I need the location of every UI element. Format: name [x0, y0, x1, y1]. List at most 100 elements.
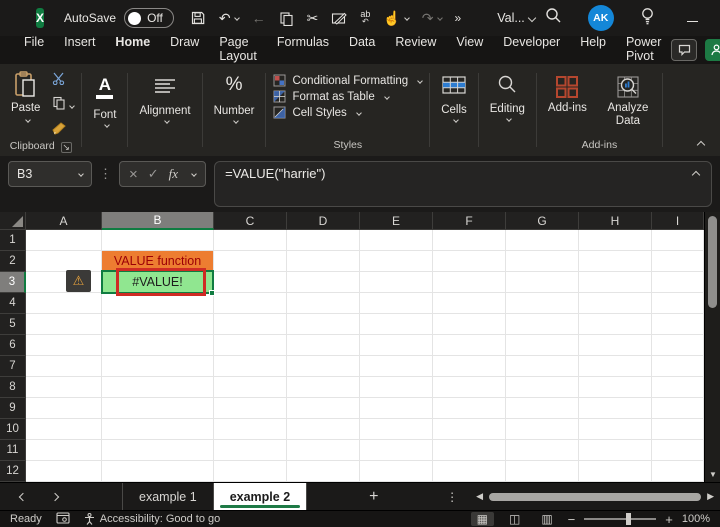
cell-D1[interactable]	[287, 230, 360, 251]
cell-H4[interactable]	[579, 293, 652, 314]
cell-H10[interactable]	[579, 419, 652, 440]
analyze-data-button[interactable]: Analyze Data	[601, 73, 655, 130]
cells-group[interactable]: Cells	[430, 66, 478, 154]
zoom-slider-thumb[interactable]	[626, 513, 632, 525]
cell-H9[interactable]	[579, 398, 652, 419]
row-header-8[interactable]: 8	[0, 377, 26, 398]
cell-B10[interactable]	[102, 419, 214, 440]
sheet-tab-example-2[interactable]: example 2	[213, 483, 308, 510]
cell-A2[interactable]	[26, 251, 102, 272]
cell-B4[interactable]	[102, 293, 214, 314]
vertical-scrollbar-thumb[interactable]	[708, 216, 717, 308]
back-arrow-icon[interactable]: ←	[252, 10, 266, 26]
cell-C3[interactable]	[214, 272, 287, 293]
cell-I7[interactable]	[652, 356, 704, 377]
cell-C8[interactable]	[214, 377, 287, 398]
cell-D11[interactable]	[287, 440, 360, 461]
cell-G5[interactable]	[506, 314, 579, 335]
vertical-scrollbar[interactable]: ▼	[704, 212, 720, 482]
alignment-group[interactable]: Alignment	[128, 66, 201, 154]
cell-D8[interactable]	[287, 377, 360, 398]
cell-F8[interactable]	[433, 377, 506, 398]
cell-A1[interactable]	[26, 230, 102, 251]
clipboard-dialog-launcher-icon[interactable]: ↘	[60, 141, 72, 153]
cell-E8[interactable]	[360, 377, 433, 398]
cell-H3[interactable]	[579, 272, 652, 293]
cell-F10[interactable]	[433, 419, 506, 440]
cell-G12[interactable]	[506, 461, 579, 482]
sheet-options-dots-icon[interactable]: ⋮	[446, 490, 458, 504]
cell-C6[interactable]	[214, 335, 287, 356]
scroll-right-icon[interactable]: ▶	[707, 491, 714, 502]
cell-D3[interactable]	[287, 272, 360, 293]
column-header-E[interactable]: E	[360, 212, 433, 230]
cell-C11[interactable]	[214, 440, 287, 461]
next-sheet-icon[interactable]	[50, 492, 60, 501]
save-icon[interactable]	[190, 10, 206, 26]
view-page-break-button[interactable]: ▥	[535, 512, 558, 526]
cell-B12[interactable]	[102, 461, 214, 482]
font-group[interactable]: A Font	[82, 66, 127, 154]
cell-H5[interactable]	[579, 314, 652, 335]
fill-handle[interactable]	[209, 290, 215, 296]
collapse-ribbon-icon[interactable]	[696, 140, 706, 150]
cell-D10[interactable]	[287, 419, 360, 440]
cell-A5[interactable]	[26, 314, 102, 335]
cell-D5[interactable]	[287, 314, 360, 335]
cell-A11[interactable]	[26, 440, 102, 461]
cell-I11[interactable]	[652, 440, 704, 461]
prev-sheet-icon[interactable]	[18, 492, 28, 501]
cell-F9[interactable]	[433, 398, 506, 419]
row-header-6[interactable]: 6	[0, 335, 26, 356]
format-painter-icon[interactable]	[52, 121, 74, 140]
cell-G7[interactable]	[506, 356, 579, 377]
cell-D4[interactable]	[287, 293, 360, 314]
cell-G3[interactable]	[506, 272, 579, 293]
cell-F3[interactable]	[433, 272, 506, 293]
row-header-7[interactable]: 7	[0, 356, 26, 377]
row-header-12[interactable]: 12	[0, 461, 26, 482]
cell-G1[interactable]	[506, 230, 579, 251]
cell-E4[interactable]	[360, 293, 433, 314]
cell-G9[interactable]	[506, 398, 579, 419]
cell-D12[interactable]	[287, 461, 360, 482]
comments-button[interactable]	[671, 39, 698, 61]
editing-group[interactable]: Editing	[479, 66, 536, 154]
cell-A12[interactable]	[26, 461, 102, 482]
cell-B8[interactable]	[102, 377, 214, 398]
cell-C9[interactable]	[214, 398, 287, 419]
cell-E12[interactable]	[360, 461, 433, 482]
row-header-5[interactable]: 5	[0, 314, 26, 335]
error-trace-button[interactable]: ⚠	[66, 270, 91, 292]
name-box[interactable]: B3	[8, 161, 92, 187]
horizontal-scrollbar-thumb[interactable]	[489, 492, 702, 501]
undo-button[interactable]: ↶	[219, 10, 240, 27]
column-header-H[interactable]: H	[579, 212, 652, 230]
add-ins-button[interactable]: Add-ins	[544, 73, 591, 130]
cell-A10[interactable]	[26, 419, 102, 440]
cell-F4[interactable]	[433, 293, 506, 314]
cell-F5[interactable]	[433, 314, 506, 335]
cell-A4[interactable]	[26, 293, 102, 314]
column-header-G[interactable]: G	[506, 212, 579, 230]
lightbulb-icon[interactable]	[640, 7, 655, 30]
cell-B1[interactable]	[102, 230, 214, 251]
cell-G2[interactable]	[506, 251, 579, 272]
cell-E3[interactable]	[360, 272, 433, 293]
cut-button[interactable]	[52, 72, 74, 90]
cell-C10[interactable]	[214, 419, 287, 440]
view-normal-button[interactable]: ▦	[470, 512, 494, 526]
row-header-1[interactable]: 1	[0, 230, 26, 251]
view-page-layout-button[interactable]: ◫	[503, 512, 526, 526]
cell-I12[interactable]	[652, 461, 704, 482]
document-title[interactable]: Val...	[497, 11, 537, 25]
cell-I4[interactable]	[652, 293, 704, 314]
column-header-C[interactable]: C	[214, 212, 287, 230]
cell-B11[interactable]	[102, 440, 214, 461]
cell-I3[interactable]	[652, 272, 704, 293]
cell-D2[interactable]	[287, 251, 360, 272]
translate-refresh-icon[interactable]: ab ↶	[360, 10, 370, 26]
cell-I1[interactable]	[652, 230, 704, 251]
cell-E6[interactable]	[360, 335, 433, 356]
account-avatar[interactable]: AK	[587, 5, 614, 31]
